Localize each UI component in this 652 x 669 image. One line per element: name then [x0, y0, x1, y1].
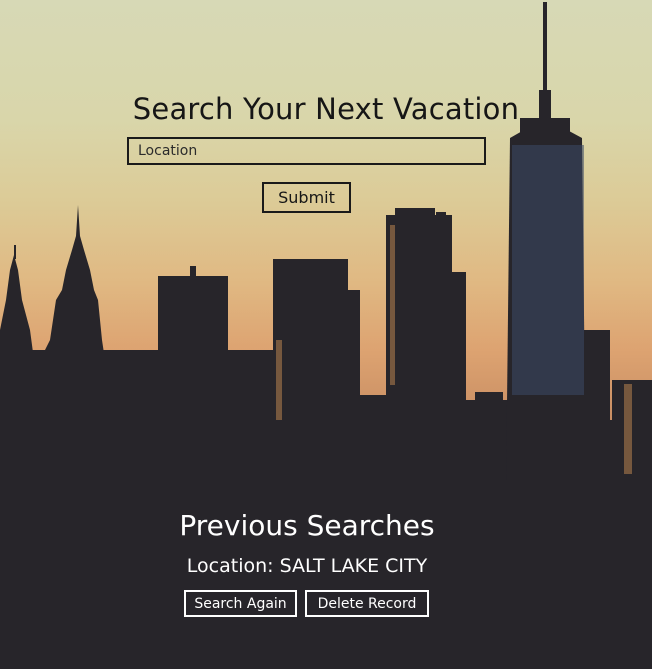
search-title: Search Your Next Vacation [132, 92, 520, 126]
search-again-button[interactable]: Search Again [184, 590, 297, 617]
location-input[interactable] [127, 137, 486, 165]
page-content: Search Your Next Vacation Submit Previou… [0, 0, 652, 669]
previous-search-location: Location: SALT LAKE CITY [186, 555, 428, 577]
delete-record-button[interactable]: Delete Record [305, 590, 429, 617]
submit-button[interactable]: Submit [262, 182, 351, 213]
previous-searches-title: Previous Searches [179, 509, 435, 542]
